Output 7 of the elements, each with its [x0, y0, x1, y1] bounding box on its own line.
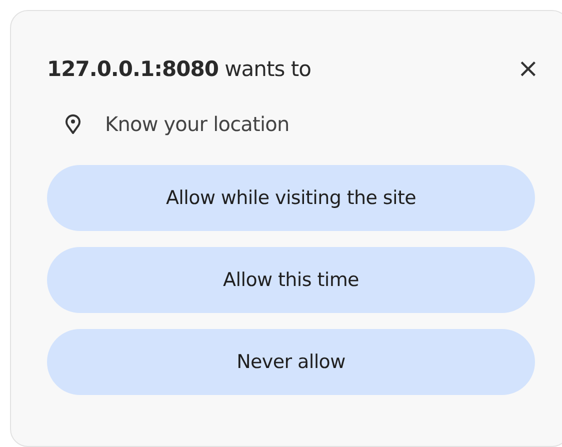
close-button[interactable]: × [513, 56, 543, 82]
permission-label: Know your location [105, 112, 290, 136]
permission-button[interactable]: Never allow [47, 329, 535, 395]
permission-button[interactable]: Allow while visiting the site [47, 165, 535, 231]
permission-button[interactable]: Allow this time [47, 247, 535, 313]
location-pin-icon [65, 114, 81, 134]
prompt-title: 127.0.0.1:8080 wants to [47, 57, 311, 81]
